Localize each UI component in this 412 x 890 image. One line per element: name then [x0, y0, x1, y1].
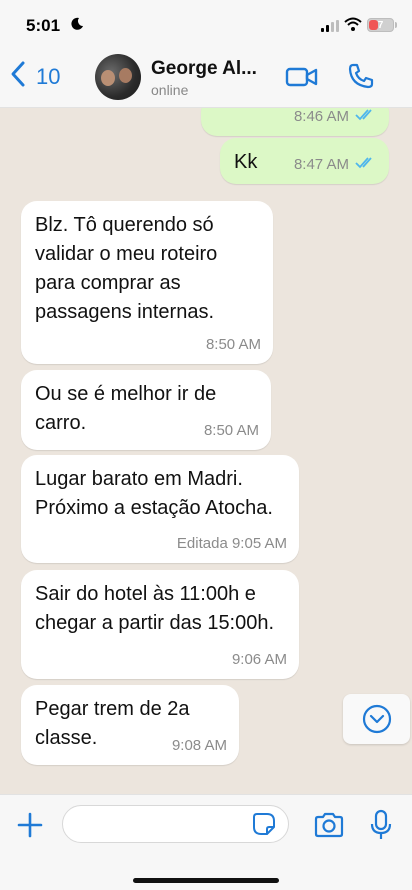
video-call-button[interactable] [285, 65, 319, 94]
sticker-button[interactable] [252, 812, 276, 841]
camera-icon [314, 812, 344, 838]
wifi-icon [344, 17, 362, 36]
chat-header: 10 George Al... online [0, 46, 412, 108]
message-text: Kk [234, 151, 258, 173]
message-meta: 8:50 AM [204, 416, 259, 445]
message-bubble-incoming[interactable]: Lugar barato em Madri. Próximo a estação… [21, 455, 299, 563]
double-check-read-icon [355, 150, 377, 179]
voice-call-button[interactable] [347, 62, 375, 95]
message-time: 8:47 AM [293, 156, 349, 173]
message-text: Sair do hotel às 11:00h e chegar a parti… [35, 583, 275, 634]
message-text: Ou se é melhor ir de carro. [35, 383, 217, 434]
message-meta: 8:47 AM [294, 150, 377, 179]
message-list[interactable]: 8:46 AM Kk 8:47 AM Blz. Tô querendo só v… [0, 108, 412, 794]
double-check-read-icon [355, 108, 377, 131]
message-meta: 9:06 AM [232, 645, 287, 674]
home-indicator [133, 878, 279, 883]
battery-icon: 7 [367, 18, 394, 32]
message-time: 8:50 AM [203, 422, 259, 439]
phone-icon [348, 63, 374, 89]
message-text: Blz. Tô querendo só validar o meu roteir… [35, 214, 218, 323]
message-time: 8:46 AM [293, 108, 349, 125]
contact-avatar[interactable] [95, 54, 141, 100]
status-bar: 5:01 7 [0, 0, 412, 46]
message-meta: 8:46 AM [294, 108, 377, 131]
message-bubble-incoming[interactable]: Blz. Tô querendo só validar o meu roteir… [21, 201, 273, 364]
video-camera-icon [285, 67, 318, 87]
message-bubble-incoming[interactable]: Pegar trem de 2a classe. 9:08 AM [21, 685, 239, 765]
plus-icon [17, 812, 43, 838]
back-button[interactable]: 10 [10, 60, 60, 93]
unread-count: 10 [36, 63, 61, 89]
message-time: 9:06 AM [231, 651, 287, 668]
message-meta: 9:08 AM [172, 731, 227, 760]
message-composer [0, 794, 412, 890]
attach-button[interactable] [16, 811, 44, 844]
message-meta: Editada 9:05 AM [177, 529, 287, 558]
message-text: Lugar barato em Madri. Próximo a estação… [35, 468, 273, 519]
message-time: 9:08 AM [171, 737, 227, 754]
sticker-icon [253, 813, 275, 835]
contact-name[interactable]: George Al... [151, 58, 257, 80]
scroll-to-bottom-button[interactable] [343, 694, 410, 744]
message-time: 8:50 AM [205, 336, 261, 353]
message-bubble-incoming[interactable]: Sair do hotel às 11:00h e chegar a parti… [21, 570, 299, 679]
camera-button[interactable] [313, 811, 345, 844]
battery-level: 7 [377, 19, 384, 31]
contact-status: online [151, 82, 189, 98]
chevron-down-circle-icon [362, 704, 391, 734]
message-time: Editada 9:05 AM [176, 535, 287, 552]
message-bubble-outgoing[interactable]: Kk 8:47 AM [220, 138, 389, 184]
message-bubble-outgoing[interactable]: 8:46 AM [201, 108, 389, 136]
chevron-left-icon [10, 60, 26, 93]
status-time: 5:01 [26, 16, 61, 35]
voice-message-button[interactable] [370, 809, 392, 846]
microphone-icon [370, 809, 392, 839]
message-text: Pegar trem de 2a classe. [35, 698, 190, 749]
battery-tip [395, 22, 397, 28]
cellular-signal-icon [321, 19, 339, 37]
moon-icon [70, 17, 84, 36]
message-bubble-incoming[interactable]: Ou se é melhor ir de carro. 8:50 AM [21, 370, 271, 450]
message-meta: 8:50 AM [206, 330, 261, 359]
